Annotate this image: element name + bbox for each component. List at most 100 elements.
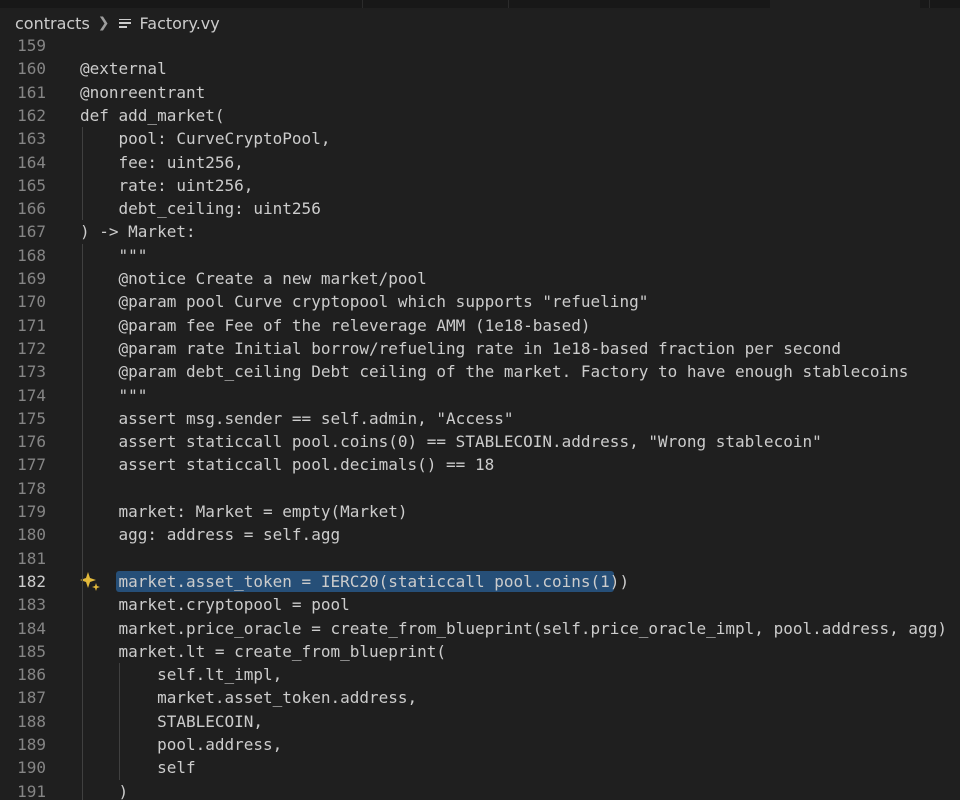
code-text: self.lt_impl, [80, 665, 283, 685]
code-line[interactable]: 171 @param fee Fee of the releverage AMM… [0, 314, 960, 337]
line-number: 182 [17, 571, 46, 591]
code-text: """ [80, 245, 148, 265]
line-number: 178 [17, 478, 46, 498]
line-number: 175 [17, 408, 46, 428]
line-number: 187 [17, 688, 46, 708]
breadcrumb-folder[interactable]: contracts [15, 14, 90, 33]
code-text: assert msg.sender == self.admin, "Access… [80, 408, 514, 428]
code-text: @nonreentrant [80, 82, 206, 102]
code-line[interactable]: 182 market.asset_token = IERC20(staticca… [0, 570, 960, 593]
code-text: def add_market( [80, 105, 225, 125]
code-text: debt_ceiling: uint256 [80, 199, 321, 219]
code-line[interactable]: 174 """ [0, 384, 960, 407]
code-text: market: Market = empty(Market) [80, 502, 408, 521]
code-text: pool.address, [80, 735, 283, 754]
code-line[interactable]: 170 @param pool Curve cryptopool which s… [0, 290, 960, 313]
line-number: 169 [17, 269, 46, 288]
line-number: 176 [17, 432, 46, 452]
line-number: 171 [17, 315, 46, 335]
tab-separator [362, 0, 363, 8]
code-line[interactable]: 176 assert staticcall pool.coins(0) == S… [0, 430, 960, 453]
line-number: 180 [17, 525, 46, 545]
line-number: 173 [17, 362, 46, 382]
code-text: """ [80, 385, 148, 405]
code-line[interactable]: 178 [0, 477, 960, 500]
indent-guide [82, 127, 83, 221]
indent-guide [82, 243, 83, 800]
code-editor[interactable]: 159 160 @external 161 @nonreentrant 162 def ad… [0, 34, 960, 800]
code-line[interactable]: 161 @nonreentrant [0, 81, 960, 104]
code-text: self [80, 758, 196, 778]
code-line[interactable]: 162 def add_market( [0, 104, 960, 127]
line-number: 168 [17, 245, 46, 265]
code-line[interactable]: 184 market.price_oracle = create_from_bl… [0, 617, 960, 640]
tab-separator [929, 0, 930, 8]
line-number: 186 [17, 665, 46, 685]
line-number: 167 [17, 222, 46, 242]
line-number: 174 [17, 385, 46, 405]
indent-guide [119, 663, 121, 780]
code-text: rate: uint256, [80, 175, 254, 195]
code-text: market.asset_token = IERC20(staticcall p… [80, 571, 630, 591]
line-number: 162 [17, 105, 46, 125]
breadcrumb-file[interactable]: Factory.vy [140, 14, 220, 33]
line-number: 160 [17, 59, 46, 79]
code-line[interactable]: 163 pool: CurveCryptoPool, [0, 127, 960, 150]
code-text: fee: uint256, [80, 152, 244, 172]
code-line[interactable]: 168 """ [0, 244, 960, 267]
code-line[interactable]: 190 self [0, 756, 960, 779]
line-number: 164 [17, 152, 46, 172]
code-line[interactable]: 183 market.cryptopool = pool [0, 593, 960, 616]
line-number: 163 [17, 129, 46, 149]
code-text: @param rate Initial borrow/refueling rat… [80, 338, 841, 358]
code-line[interactable]: 185 market.lt = create_from_blueprint( [0, 640, 960, 663]
line-number: 177 [17, 455, 46, 475]
line-number: 188 [17, 711, 46, 731]
code-text: market.asset_token.address, [80, 688, 418, 708]
code-line[interactable]: 172 @param rate Initial borrow/refueling… [0, 337, 960, 360]
code-line[interactable]: 160 @external [0, 57, 960, 80]
code-line[interactable]: 175 assert msg.sender == self.admin, "Ac… [0, 407, 960, 430]
line-number: 170 [17, 292, 46, 312]
code-line[interactable]: 187 market.asset_token.address, [0, 686, 960, 709]
code-text: market.lt = create_from_blueprint( [80, 641, 447, 661]
line-number: 159 [17, 36, 46, 55]
line-number: 189 [17, 735, 46, 754]
code-text: @notice Create a new market/pool [80, 269, 427, 288]
code-text: STABLECOIN, [80, 711, 264, 731]
code-line[interactable]: 177 assert staticcall pool.decimals() ==… [0, 453, 960, 476]
code-line[interactable]: 164 fee: uint256, [0, 151, 960, 174]
line-number: 172 [17, 338, 46, 358]
code-text: agg: address = self.agg [80, 525, 341, 545]
active-tab[interactable] [770, 0, 920, 8]
code-line[interactable]: 180 agg: address = self.agg [0, 523, 960, 546]
file-lines-icon [118, 18, 131, 30]
line-number: 165 [17, 175, 46, 195]
code-line[interactable]: 186 self.lt_impl, [0, 663, 960, 686]
code-line[interactable]: 167 ) -> Market: [0, 220, 960, 243]
code-line[interactable]: 179 market: Market = empty(Market) [0, 500, 960, 523]
line-number: 166 [17, 199, 46, 219]
code-text: pool: CurveCryptoPool, [80, 129, 331, 149]
line-number: 185 [17, 641, 46, 661]
code-text: market.price_oracle = create_from_bluepr… [80, 618, 947, 638]
line-number: 184 [17, 618, 46, 638]
code-line[interactable]: 173 @param debt_ceiling Debt ceiling of … [0, 360, 960, 383]
line-number: 181 [17, 548, 46, 568]
code-text: @param debt_ceiling Debt ceiling of the … [80, 362, 909, 382]
line-number: 191 [17, 781, 46, 800]
code-line[interactable]: 165 rate: uint256, [0, 174, 960, 197]
line-number: 183 [17, 595, 46, 615]
chevron-right-icon: ❯ [97, 15, 110, 31]
code-line[interactable]: 191 ) [0, 780, 960, 800]
code-text: ) -> Market: [80, 222, 196, 242]
code-line[interactable]: 166 debt_ceiling: uint256 [0, 197, 960, 220]
line-number: 161 [17, 82, 46, 102]
code-line[interactable]: 181 [0, 547, 960, 570]
code-text: @param pool Curve cryptopool which suppo… [80, 292, 649, 312]
code-line[interactable]: 188 STABLECOIN, [0, 710, 960, 733]
code-line[interactable]: 169 @notice Create a new market/pool [0, 267, 960, 290]
code-text: assert staticcall pool.coins(0) == STABL… [80, 432, 822, 452]
code-line[interactable]: 189 pool.address, [0, 733, 960, 756]
code-line[interactable]: 159 [0, 34, 960, 57]
